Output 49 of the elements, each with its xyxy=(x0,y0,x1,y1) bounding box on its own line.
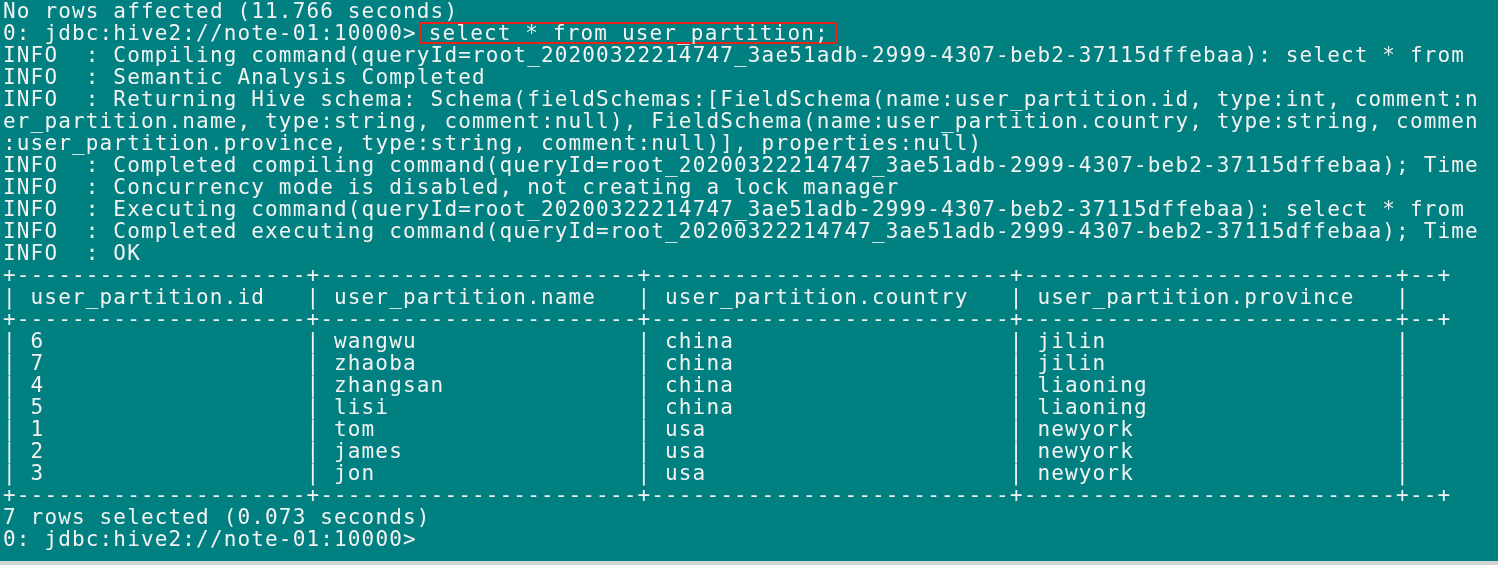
table-cell-text: zhaoba xyxy=(333,352,418,374)
column-separator: | xyxy=(637,286,652,308)
table-cell-text: tom xyxy=(333,418,377,440)
table-cell-text: newyork xyxy=(1036,462,1135,484)
column-header: user_partition.province xyxy=(1036,286,1356,308)
column-separator: | xyxy=(1009,462,1024,484)
table-cell-text: jon xyxy=(333,462,376,484)
output-line: INFO : Returning Hive schema: Schema(fieldSchemas:[FieldSchema(name:user_partition.id, type:int, comment:n xyxy=(3,87,1479,111)
output-line: INFO : OK xyxy=(3,241,141,265)
table-cell-text: newyork xyxy=(1036,418,1134,440)
table-cell-text: jilin xyxy=(1036,352,1108,374)
table-cell-text: usa xyxy=(664,440,708,462)
table-cell-text: china xyxy=(664,374,735,396)
prompt-text: 0: jdbc:hive2://note-01:10000> xyxy=(3,527,417,551)
output-line: INFO : Semantic Analysis Completed xyxy=(3,65,486,89)
table-cell-text: liaoning xyxy=(1036,374,1149,396)
column-separator: | xyxy=(306,286,321,308)
table-cell-text: newyork xyxy=(1036,440,1135,462)
column-header: user_partition.country xyxy=(664,286,970,308)
table-cell-text: 6 xyxy=(29,330,46,352)
table-cell-text: china xyxy=(664,352,735,374)
column-separator: | xyxy=(1396,286,1410,308)
prompt-text: 0: jdbc:hive2://note-01:10000> xyxy=(3,21,417,45)
output-line: 7 rows selected (0.073 seconds) xyxy=(3,505,431,529)
column-header: user_partition.name xyxy=(333,286,598,308)
table-cell-text: china xyxy=(664,396,735,418)
column-separator: | xyxy=(306,462,321,484)
table-cell-text: usa xyxy=(664,462,708,484)
table-cell-text: 7 xyxy=(29,352,46,374)
column-separator: | xyxy=(637,462,652,484)
table-border: +---------------------+-----------------------+--------------------------+---------------------------+--+ xyxy=(3,263,1452,287)
table-cell-text: 4 xyxy=(29,374,46,396)
table-cell-text: liaoning xyxy=(1036,396,1149,418)
table-cell-text: china xyxy=(664,330,735,352)
output-line: INFO : Executing command(queryId=root_20200322214747_3ae51adb-2999-4307-beb2-37115dffebaa): select * from xyxy=(3,197,1466,221)
table-cell-text: james xyxy=(333,440,404,462)
table-cell-text: jilin xyxy=(1036,330,1108,352)
column-separator: | xyxy=(3,286,17,308)
table-cell-text: lisi xyxy=(333,396,390,418)
table-cell-text: usa xyxy=(664,418,708,440)
output-line: No rows affected (11.766 seconds) xyxy=(3,0,459,23)
column-separator: | xyxy=(1009,286,1024,308)
column-header: user_partition.id xyxy=(29,286,267,308)
table-cell-text: 3 xyxy=(29,462,46,484)
table-cell-text: wangwu xyxy=(333,330,418,352)
table-cell-text: 1 xyxy=(29,418,46,440)
table-cell-text: 2 xyxy=(29,440,46,462)
table-cell-text: 5 xyxy=(29,396,46,418)
table-cell-text: zhangsan xyxy=(333,374,446,396)
